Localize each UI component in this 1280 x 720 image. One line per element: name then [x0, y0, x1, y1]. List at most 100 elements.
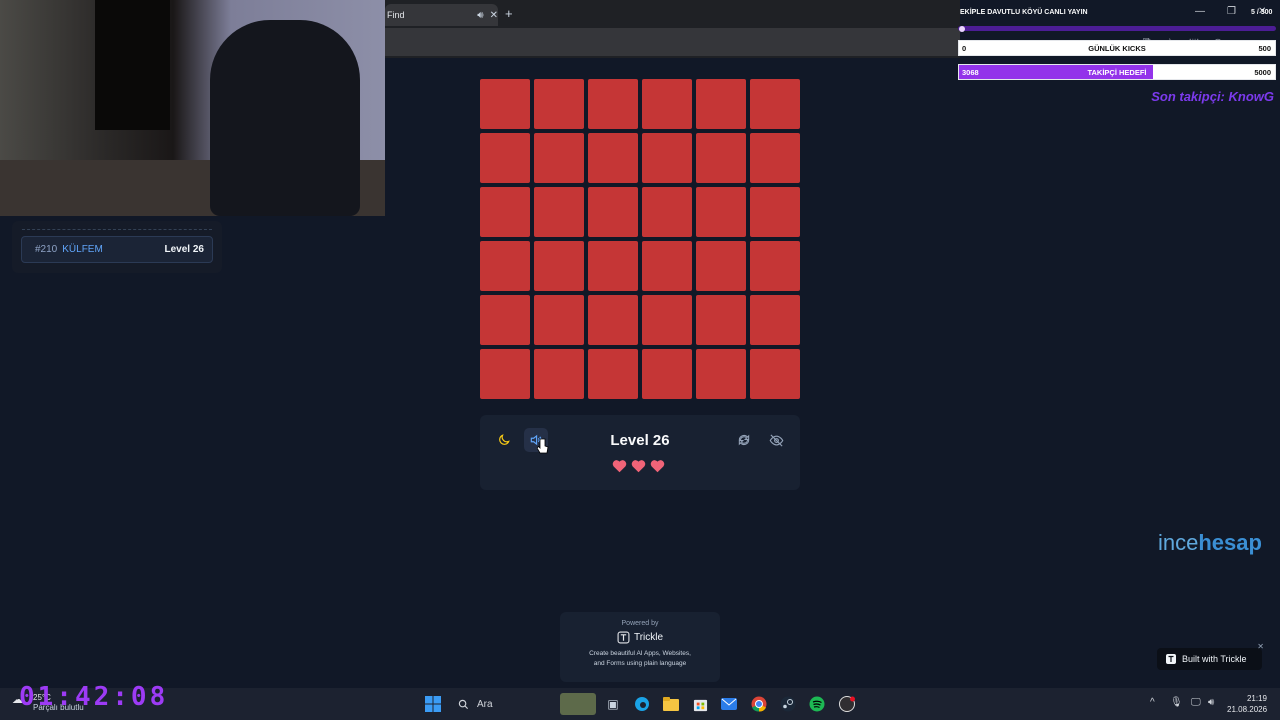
windows-icon — [425, 696, 441, 712]
leaderboard-entry[interactable]: #210 KÜLFEM Level 26 — [21, 236, 213, 263]
steam-icon[interactable] — [779, 695, 797, 713]
powered-by-label: Powered by — [621, 620, 659, 627]
grid-tile[interactable] — [534, 133, 584, 183]
grid-tile[interactable] — [480, 79, 530, 129]
browser-tab[interactable]: Find 🔊︎ ✕ — [385, 4, 498, 26]
description-line-2: and Forms using plain language — [593, 660, 687, 668]
address-bar[interactable] — [385, 28, 960, 56]
grid-tile[interactable] — [750, 241, 800, 291]
grid-tile[interactable] — [588, 133, 638, 183]
stream-progress-track — [958, 26, 1276, 31]
mail-icon[interactable] — [720, 695, 738, 713]
goal-target: 5000 — [1254, 68, 1271, 77]
grid-tile[interactable] — [750, 349, 800, 399]
heart-icon — [650, 460, 665, 473]
grid-tile[interactable] — [642, 133, 692, 183]
color-grid — [480, 79, 800, 399]
close-icon[interactable]: ✕ — [1257, 642, 1264, 651]
search-placeholder: Ara — [477, 698, 493, 710]
goal-name: TAKİPÇİ HEDEFİ — [1087, 68, 1147, 77]
level-title: Level 26 — [610, 432, 670, 449]
new-tab-button[interactable]: + — [505, 6, 513, 21]
trickle-brand: Trickle — [560, 631, 720, 644]
grid-tile[interactable] — [750, 79, 800, 129]
trickle-logo-icon — [1166, 654, 1176, 664]
lives-indicator — [612, 459, 665, 473]
grid-tile[interactable] — [642, 79, 692, 129]
taskbar-search[interactable]: Ara — [450, 694, 560, 714]
stream-timer: 01:42:08 — [19, 682, 169, 712]
grid-tile[interactable] — [642, 349, 692, 399]
theme-toggle-button[interactable] — [492, 428, 516, 452]
speaker-icon[interactable]: 🔊︎ — [477, 10, 483, 21]
grid-tile[interactable] — [696, 187, 746, 237]
player-rank: #210 — [35, 244, 58, 255]
grid-tile[interactable] — [480, 133, 530, 183]
grid-tile[interactable] — [588, 79, 638, 129]
grid-tile[interactable] — [480, 241, 530, 291]
game-control-panel: Level 26 — [480, 415, 800, 490]
grid-tile[interactable] — [642, 187, 692, 237]
grid-tile[interactable] — [750, 133, 800, 183]
edge-icon[interactable] — [633, 695, 651, 713]
moon-icon — [499, 434, 510, 445]
task-view-icon[interactable]: ▣ — [604, 695, 622, 713]
eye-off-icon — [769, 433, 783, 447]
sponsor-watermark: incehesap — [1158, 530, 1262, 556]
grid-tile[interactable] — [696, 79, 746, 129]
webcam-door — [95, 0, 170, 130]
badge-label: Built with Trickle — [1182, 654, 1247, 664]
spotify-icon[interactable] — [808, 695, 826, 713]
grid-tile[interactable] — [750, 187, 800, 237]
microphone-icon[interactable]: 🎙︎ — [1170, 697, 1183, 708]
grid-tile[interactable] — [588, 295, 638, 345]
close-icon[interactable]: ✕ — [490, 10, 498, 21]
search-icon — [458, 699, 469, 709]
player-level: Level 26 — [164, 244, 204, 255]
windows-start-button[interactable] — [424, 695, 442, 713]
clock-time: 21:19 — [1246, 694, 1267, 703]
minimize-icon[interactable]: — — [1195, 6, 1205, 17]
obs-icon[interactable] — [838, 695, 856, 713]
stream-title: EKİPLE DAVUTLU KÖYÜ CANLI YAYIN — [960, 9, 1088, 16]
grid-tile[interactable] — [696, 295, 746, 345]
restart-button[interactable] — [732, 428, 756, 452]
file-explorer-icon[interactable] — [662, 695, 680, 713]
grid-tile[interactable] — [588, 349, 638, 399]
system-clock[interactable]: 21:19 21.08.2026 — [1227, 693, 1267, 715]
store-icon[interactable] — [691, 695, 709, 713]
built-with-trickle-badge[interactable]: Built with Trickle ✕ — [1157, 642, 1264, 670]
grid-tile[interactable] — [534, 187, 584, 237]
grid-tile[interactable] — [534, 241, 584, 291]
grid-tile[interactable] — [642, 241, 692, 291]
webcam-feed — [0, 0, 385, 216]
kicks-goal-bar: 0 GÜNLÜK KICKS 500 — [958, 40, 1276, 56]
grid-tile[interactable] — [696, 241, 746, 291]
grid-tile[interactable] — [534, 79, 584, 129]
grid-tile[interactable] — [534, 295, 584, 345]
grid-tile[interactable] — [480, 187, 530, 237]
grid-tile[interactable] — [588, 241, 638, 291]
grid-tile[interactable] — [534, 349, 584, 399]
grid-tile[interactable] — [480, 349, 530, 399]
player-name: KÜLFEM — [62, 244, 103, 255]
grid-tile[interactable] — [588, 187, 638, 237]
goal-name: GÜNLÜK KICKS — [1088, 44, 1146, 53]
grid-tile[interactable] — [696, 133, 746, 183]
restore-icon[interactable]: ❐ — [1227, 6, 1236, 17]
grid-tile[interactable] — [642, 295, 692, 345]
chevron-up-icon[interactable]: ^ — [1150, 697, 1155, 708]
viewer-count: 5 / 300 — [1251, 9, 1273, 16]
tab-title: Find — [387, 10, 405, 20]
grid-tile[interactable] — [480, 295, 530, 345]
search-highlight-image — [560, 693, 596, 715]
volume-icon[interactable]: 🔊︎ — [1208, 697, 1214, 708]
chrome-icon[interactable] — [750, 695, 768, 713]
leaderboard-panel: #210 KÜLFEM Level 26 — [12, 221, 222, 273]
network-icon[interactable]: 🖵︎ — [1191, 697, 1201, 708]
watermark-part-2: hesap — [1198, 530, 1262, 555]
grid-tile[interactable] — [696, 349, 746, 399]
grid-tile[interactable] — [750, 295, 800, 345]
hide-button[interactable] — [764, 428, 788, 452]
powered-by-card[interactable]: Powered by Trickle Create beautiful AI A… — [560, 612, 720, 682]
